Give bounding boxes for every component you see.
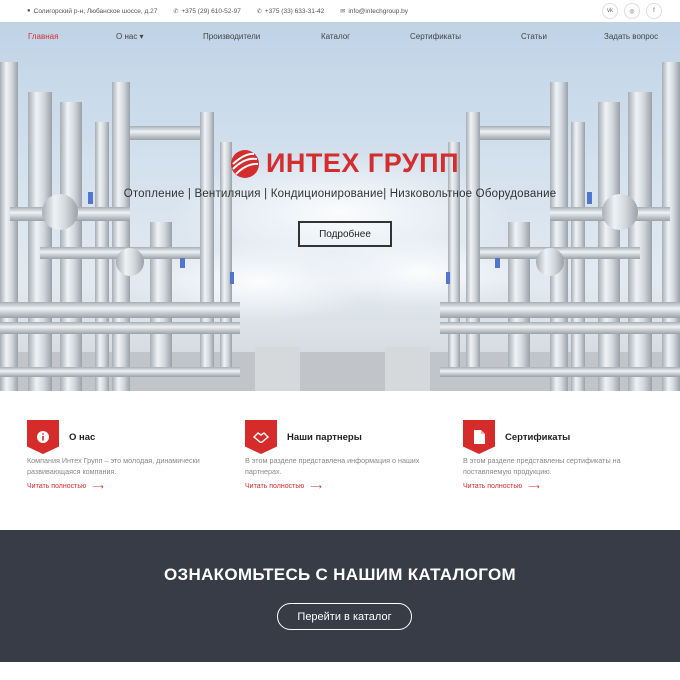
arrow-right-icon: ⟶: [528, 482, 540, 491]
phone-icon: ✆: [173, 8, 179, 15]
phone-2[interactable]: ✆ +375 (33) 633-31-42: [257, 8, 324, 15]
phone-1[interactable]: ✆ +375 (29) 610-52-97: [173, 8, 240, 15]
go-to-catalog-button[interactable]: Перейти в каталог: [277, 603, 412, 630]
read-more-label[interactable]: Читать полностью: [245, 483, 304, 490]
more-button[interactable]: Подробнее: [298, 221, 392, 247]
vk-icon[interactable]: vk: [602, 3, 618, 19]
arrow-right-icon: ⟶: [310, 482, 322, 491]
hero-banner: Главная О нас ▾ Производители Каталог Се…: [0, 22, 680, 391]
instagram-icon[interactable]: ◎: [624, 3, 640, 19]
features-section: О нас Компания Интех Групп – это молодая…: [0, 391, 680, 530]
phone-2-text[interactable]: +375 (33) 633-31-42: [265, 8, 324, 15]
read-more-link[interactable]: Читать полностью ⟶: [463, 482, 663, 491]
nav-item-about[interactable]: О нас ▾: [116, 32, 144, 41]
envelope-icon: ✉: [340, 8, 346, 15]
feature-certificates: Сертификаты В этом разделе представлены …: [463, 420, 663, 491]
read-more-link[interactable]: Читать полностью ⟶: [27, 482, 227, 491]
phone-1-text[interactable]: +375 (29) 610-52-97: [181, 8, 240, 15]
read-more-link[interactable]: Читать полностью ⟶: [245, 482, 445, 491]
nav-item-certificates[interactable]: Сертификаты: [410, 32, 461, 41]
nav-item-manufacturers[interactable]: Производители: [203, 32, 260, 41]
nav-item-home[interactable]: Главная: [28, 32, 58, 41]
address-text: Солигорский р-н, Любанское шоссе, д.27: [33, 7, 158, 15]
email-text[interactable]: info@intechgroup.by: [348, 8, 408, 15]
location-pin-icon: ●: [27, 8, 31, 14]
document-icon: [463, 420, 495, 454]
arrow-right-icon: ⟶: [92, 482, 104, 491]
nav-item-ask-question[interactable]: Задать вопрос: [604, 32, 658, 41]
top-contact-bar: ● Солигорский р-н, Любанское шоссе, д.27…: [0, 0, 680, 22]
nav-item-catalog[interactable]: Каталог: [321, 32, 350, 41]
feature-title: Наши партнеры: [287, 431, 362, 443]
feature-text: Компания Интех Групп – это молодая, дина…: [27, 456, 200, 476]
footer-strip: [0, 662, 680, 680]
handshake-icon: [245, 420, 277, 454]
phone-icon: ✆: [256, 8, 262, 15]
social-links: vk ◎ f: [602, 3, 662, 19]
feature-partners: Наши партнеры В этом разделе представлен…: [245, 420, 445, 491]
read-more-label[interactable]: Читать полностью: [27, 483, 86, 490]
feature-about: О нас Компания Интех Групп – это молодая…: [27, 420, 227, 491]
feature-text: В этом разделе представлена информация о…: [245, 456, 420, 476]
email[interactable]: ✉ info@intechgroup.by: [340, 8, 408, 15]
catalog-section: ОЗНАКОМЬТЕСЬ С НАШИМ КАТАЛОГОМ Перейти в…: [0, 530, 680, 662]
hero-tagline: Отопление | Вентиляция | Кондиционирован…: [123, 188, 557, 200]
info-icon: [27, 420, 59, 454]
feature-text: В этом разделе представлены сертификаты …: [463, 456, 621, 476]
address: ● Солигорский р-н, Любанское шоссе, д.27: [27, 8, 157, 15]
nav-item-articles[interactable]: Статьи: [521, 32, 547, 41]
brand-logo[interactable]: ИНТЕХ ГРУПП: [230, 148, 459, 179]
facebook-icon[interactable]: f: [646, 3, 662, 19]
catalog-title: ОЗНАКОМЬТЕСЬ С НАШИМ КАТАЛОГОМ: [164, 565, 516, 584]
read-more-label[interactable]: Читать полностью: [463, 483, 522, 490]
industrial-pipes-background: [0, 22, 680, 391]
feature-title: Сертификаты: [505, 431, 571, 443]
brand-name: ИНТЕХ ГРУПП: [266, 148, 459, 178]
globe-logo-icon: [231, 149, 259, 178]
feature-title: О нас: [69, 431, 96, 443]
